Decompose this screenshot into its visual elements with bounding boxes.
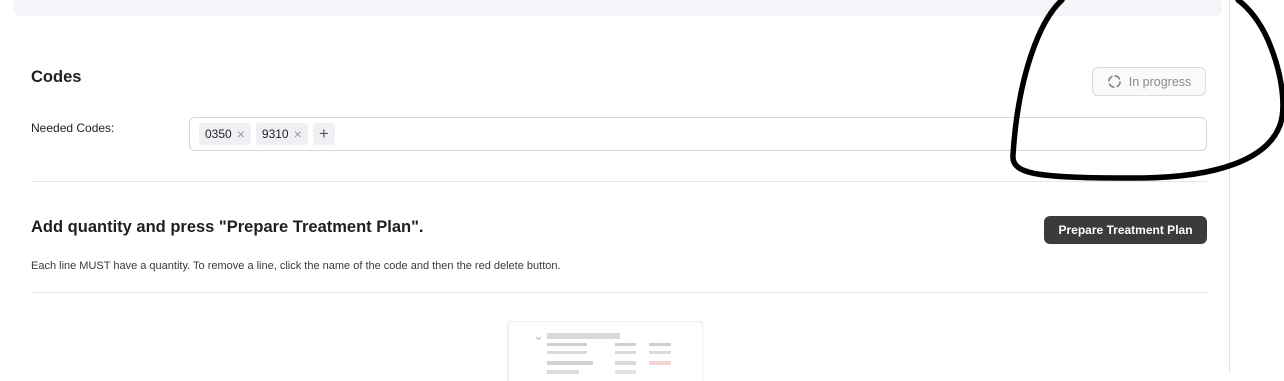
codes-section-title: Codes: [31, 68, 82, 86]
code-tag[interactable]: 0350 ×: [199, 123, 251, 145]
plan-section-title: Add quantity and press "Prepare Treatmen…: [31, 218, 424, 236]
close-icon[interactable]: ×: [237, 127, 245, 141]
spinner-icon: [1107, 74, 1122, 89]
section-divider: [31, 181, 1207, 182]
status-badge: In progress: [1092, 67, 1206, 96]
close-icon[interactable]: ×: [294, 127, 302, 141]
status-label: In progress: [1128, 74, 1192, 89]
code-tag-label: 9310: [261, 127, 289, 141]
top-panel: [14, 0, 1222, 16]
needed-codes-field[interactable]: 0350 × 9310 × +: [189, 117, 1207, 151]
right-divider: [1229, 0, 1230, 373]
section-divider: [31, 292, 1207, 293]
prepare-treatment-plan-button[interactable]: Prepare Treatment Plan: [1044, 216, 1207, 244]
hand-drawn-circle-annotation: [1010, 0, 1284, 181]
code-tag-label: 0350: [205, 127, 232, 141]
needed-codes-label: Needed Codes:: [31, 121, 115, 135]
help-text: Each line MUST have a quantity. To remov…: [31, 260, 561, 272]
code-tag[interactable]: 9310 ×: [255, 123, 308, 145]
empty-table-illustration: [507, 321, 703, 381]
plus-icon[interactable]: +: [312, 123, 335, 145]
